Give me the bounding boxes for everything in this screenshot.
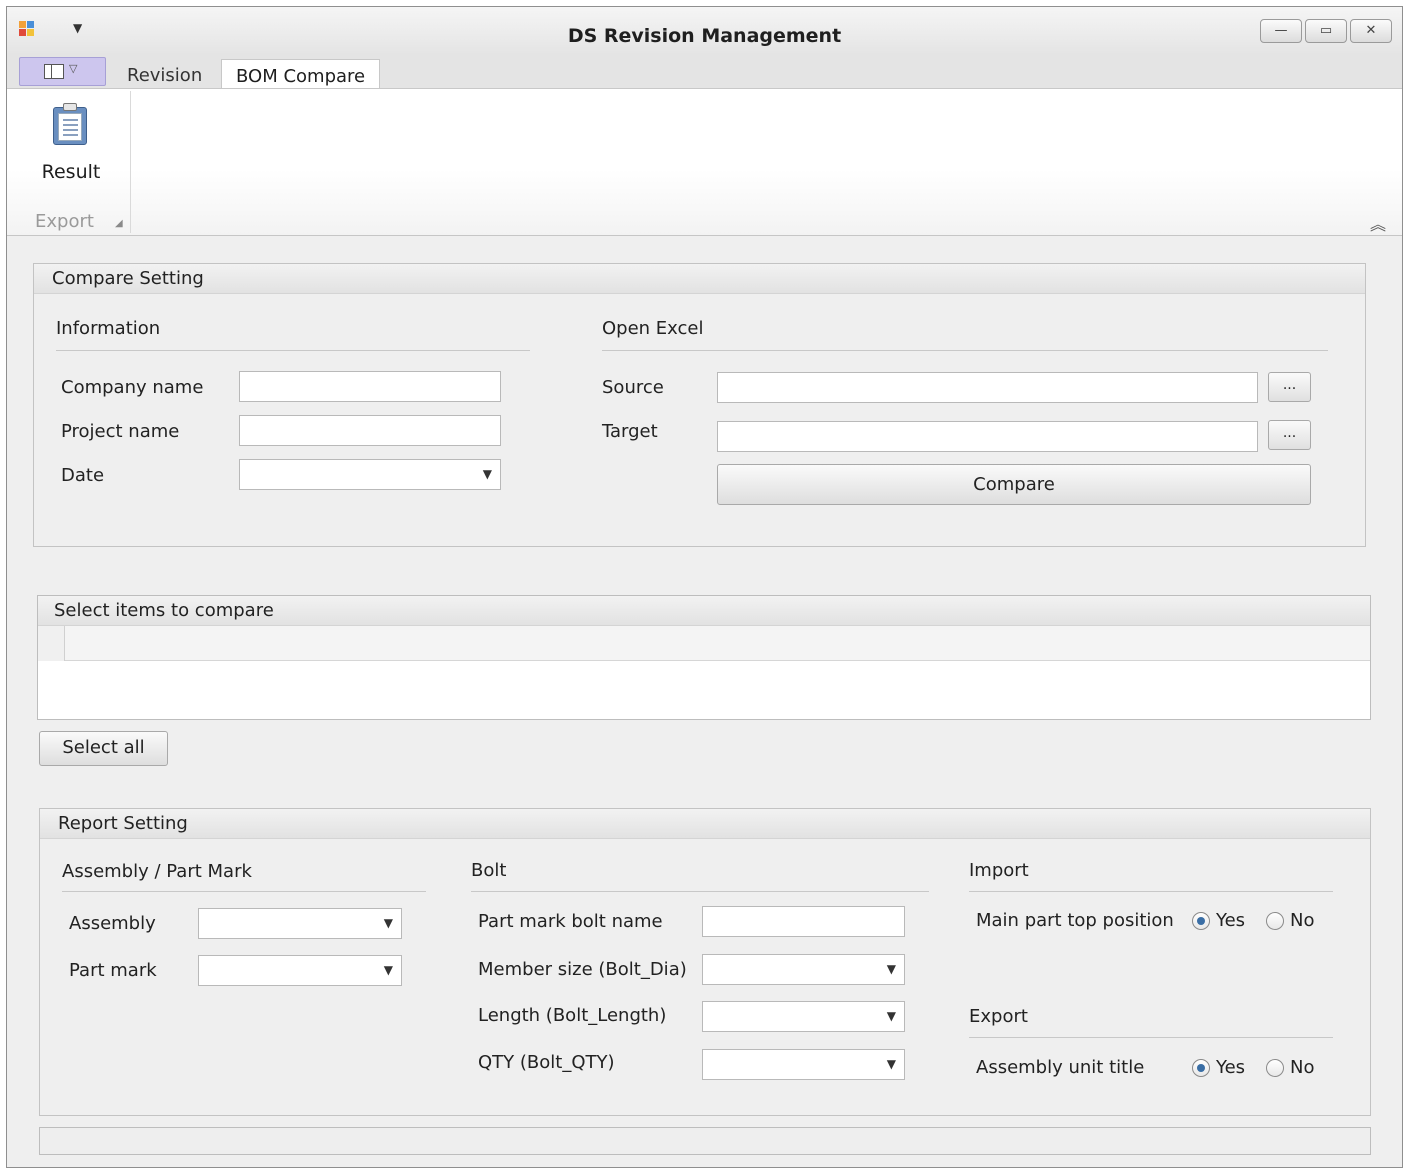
assembly-select[interactable]: ▼ — [198, 908, 402, 939]
tab-revision[interactable]: Revision — [113, 59, 216, 89]
collapse-ribbon-icon[interactable]: ︽ — [1370, 211, 1386, 235]
result-label: Result — [41, 161, 101, 183]
project-name-label: Project name — [61, 421, 180, 442]
ribbon-group-divider — [130, 91, 131, 233]
open-excel-divider — [602, 350, 1328, 351]
target-path-input[interactable] — [717, 421, 1258, 452]
company-name-input[interactable] — [239, 371, 501, 402]
part-mark-label: Part mark — [69, 960, 157, 981]
select-items-grid[interactable]: Select items to compare — [37, 595, 1371, 720]
export-no-label: No — [1290, 1057, 1315, 1078]
window-title: DS Revision Management — [567, 25, 842, 47]
project-name-input[interactable] — [239, 415, 501, 446]
information-divider — [56, 350, 530, 351]
import-no-radio[interactable]: No — [1266, 910, 1314, 931]
export-divider — [969, 1037, 1333, 1038]
radio-selected-icon — [1192, 1058, 1210, 1077]
ribbon-tab-row: ▽ Revision BOM Compare — [7, 55, 1402, 89]
title-bar: ▼ DS Revision Management — ▭ ✕ — [7, 7, 1402, 55]
import-yes-label: Yes — [1216, 910, 1246, 931]
grid-row-header[interactable] — [38, 626, 65, 661]
source-browse-button[interactable]: ... — [1268, 372, 1311, 402]
minimize-button[interactable]: — — [1260, 19, 1302, 43]
chevron-down-icon: ▽ — [69, 62, 78, 75]
main-part-top-label: Main part top position — [976, 910, 1174, 931]
length-label: Length (Bolt_Length) — [478, 1005, 667, 1026]
target-browse-button[interactable]: ... — [1268, 420, 1311, 450]
open-excel-title: Open Excel — [602, 318, 704, 339]
export-no-radio[interactable]: No — [1266, 1057, 1314, 1078]
window-controls: — ▭ ✕ — [1260, 19, 1392, 43]
qty-select[interactable]: ▼ — [702, 1049, 905, 1080]
export-title: Export — [969, 1006, 1028, 1027]
assembly-label: Assembly — [69, 913, 156, 934]
compare-button[interactable]: Compare — [717, 464, 1311, 505]
part-mark-select[interactable]: ▼ — [198, 955, 402, 986]
dropdown-arrow-icon: ▼ — [383, 963, 393, 977]
maximize-button[interactable]: ▭ — [1305, 19, 1347, 43]
dropdown-arrow-icon: ▼ — [383, 916, 393, 930]
radio-unselected-icon — [1266, 1058, 1284, 1077]
company-name-label: Company name — [61, 377, 204, 398]
import-title: Import — [969, 860, 1029, 881]
ribbon-panel: Result Export ◢ ︽ — [7, 88, 1402, 236]
member-size-select[interactable]: ▼ — [702, 954, 905, 985]
ribbon-group-label: Export — [35, 211, 94, 232]
select-all-button[interactable]: Select all — [39, 731, 168, 766]
part-mark-bolt-input[interactable] — [702, 906, 905, 937]
bolt-divider — [471, 891, 929, 892]
compare-setting-title: Compare Setting — [52, 268, 204, 289]
dropdown-arrow-icon: ▼ — [482, 467, 492, 481]
import-no-label: No — [1290, 910, 1315, 931]
radio-selected-icon — [1192, 911, 1210, 930]
app-window: ▼ DS Revision Management — ▭ ✕ ▽ Revisio… — [6, 6, 1403, 1168]
status-bar — [39, 1127, 1371, 1155]
date-picker[interactable]: ▼ — [239, 459, 501, 490]
information-title: Information — [56, 318, 161, 339]
select-items-title: Select items to compare — [54, 600, 274, 621]
compare-setting-group: Compare Setting Information Company name… — [33, 263, 1366, 547]
qty-label: QTY (Bolt_QTY) — [478, 1052, 615, 1073]
radio-unselected-icon — [1266, 911, 1284, 930]
tab-bom-compare[interactable]: BOM Compare — [221, 59, 381, 89]
clipboard-icon — [53, 103, 87, 145]
export-yes-label: Yes — [1216, 1057, 1246, 1078]
member-size-label: Member size (Bolt_Dia) — [478, 959, 687, 980]
assembly-part-title: Assembly / Part Mark — [62, 861, 252, 882]
assembly-part-divider — [62, 891, 426, 892]
source-label: Source — [602, 377, 664, 398]
part-mark-bolt-label: Part mark bolt name — [478, 911, 663, 932]
length-select[interactable]: ▼ — [702, 1001, 905, 1032]
result-button[interactable]: Result — [23, 97, 119, 197]
import-divider — [969, 891, 1333, 892]
dropdown-arrow-icon: ▼ — [886, 962, 896, 976]
date-label: Date — [61, 465, 105, 486]
import-yes-radio[interactable]: Yes — [1192, 910, 1245, 931]
bolt-title: Bolt — [471, 860, 507, 881]
application-menu-button[interactable]: ▽ — [19, 57, 106, 86]
group-launcher-icon[interactable]: ◢ — [115, 218, 123, 229]
report-setting-group: Report Setting Assembly / Part Mark Asse… — [39, 808, 1371, 1116]
export-yes-radio[interactable]: Yes — [1192, 1057, 1245, 1078]
source-path-input[interactable] — [717, 372, 1258, 403]
document-icon — [44, 64, 64, 79]
dropdown-arrow-icon: ▼ — [886, 1057, 896, 1071]
report-setting-title: Report Setting — [58, 813, 188, 834]
assembly-unit-title-label: Assembly unit title — [976, 1057, 1145, 1078]
dropdown-arrow-icon: ▼ — [886, 1009, 896, 1023]
grid-header-row — [38, 626, 1370, 661]
main-content: Compare Setting Information Company name… — [7, 237, 1402, 1167]
close-button[interactable]: ✕ — [1350, 19, 1392, 43]
target-label: Target — [602, 421, 658, 442]
